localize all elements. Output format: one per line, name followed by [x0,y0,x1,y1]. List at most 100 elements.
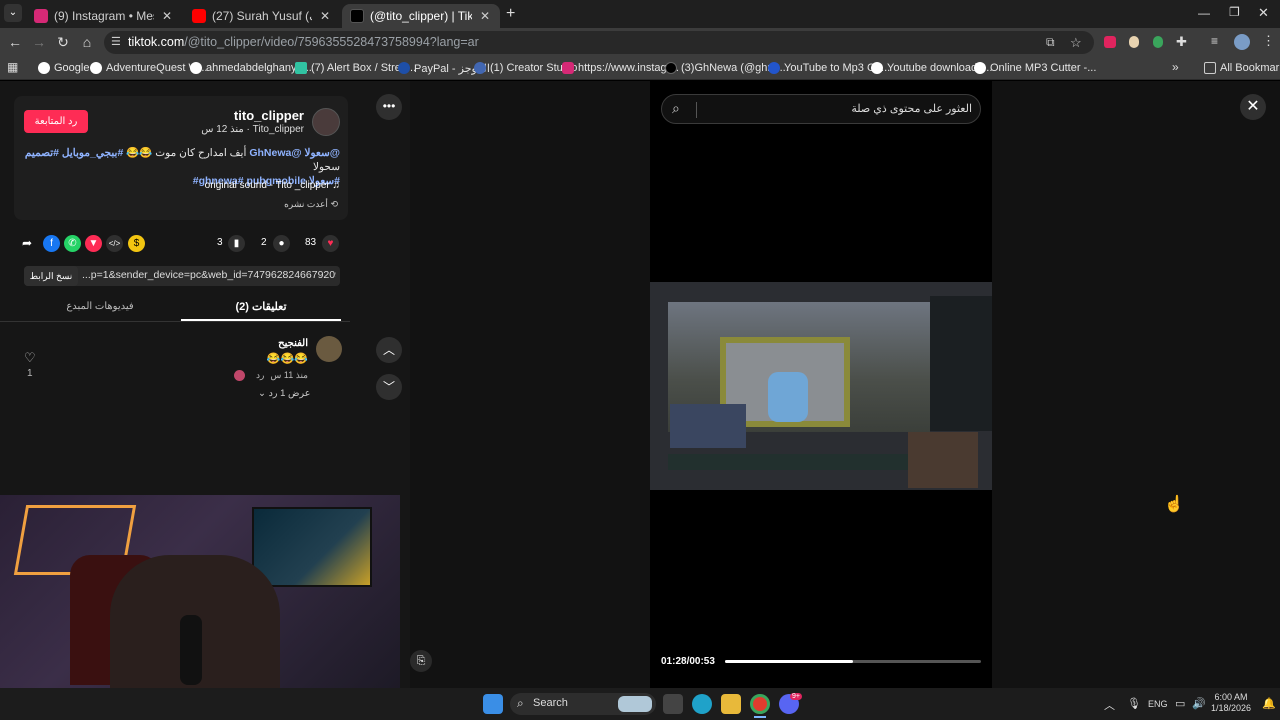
search-divider [696,102,697,118]
comment-author[interactable]: الفنجيح [180,338,308,349]
active-tab-indicator [181,319,341,321]
youtube-icon [192,9,206,23]
reload-button[interactable]: ↻ [55,34,71,50]
bookmark-item[interactable]: ahmedabdelghany /... [190,59,312,77]
repost-share-icon[interactable]: ▼ [85,235,102,252]
taskbar-search[interactable]: ⌕ Search [510,693,656,715]
network-icon[interactable]: ▭ [1175,697,1185,710]
microphone-icon[interactable]: 🎙 [1127,697,1141,710]
post-username[interactable]: tito_clipper [200,108,304,123]
follow-back-button[interactable]: رد المتابعة [24,110,88,133]
comment-icon[interactable]: ● [273,235,290,252]
avatar[interactable] [1234,34,1250,50]
discord-badge: 9+ [790,693,802,700]
tab-tiktok[interactable]: (@tito_clipper) | TikTok ✕ [342,4,500,28]
close-icon[interactable]: ✕ [1240,94,1266,120]
tab-comments[interactable]: تعليقات (2) [181,300,341,313]
embed-icon[interactable]: </> [106,235,123,252]
copy-link-button[interactable]: نسخ الرابط [24,266,78,286]
caption-mentions[interactable]: @سعولا @GhNewa [249,147,340,159]
site-info-icon[interactable]: ☰ [111,31,121,54]
tab-strip: ⌄ (9) Instagram • Messages ✕ (27) Surah … [0,0,1280,28]
coin-icon[interactable]: $ [128,235,145,252]
tab-creator-videos[interactable]: فيديوهات المبدع [40,301,160,312]
view-replies-button[interactable]: ⌄ عرض 1 رد [258,388,310,399]
url-path: /@tito_clipper/video/7596355528473758994… [184,35,479,49]
close-window-button[interactable]: ✕ [1258,5,1269,21]
playback-time: 01:28/00:53 [661,656,715,667]
extension-icon[interactable] [1104,36,1116,48]
restore-button[interactable]: ❐ [1229,5,1240,19]
search-icon: ⌕ [517,696,524,710]
close-icon[interactable]: ✕ [478,9,492,23]
facebook-icon[interactable]: f [43,235,60,252]
tab-youtube[interactable]: (27) Surah Yusuf (سورة يوسف) ✕ [184,4,340,28]
sound-link[interactable]: ♫ original sound - Tito _clipper [100,180,340,191]
address-bar[interactable]: ☰ tiktok.com/@tito_clipper/video/7596355… [104,31,1094,54]
bookmark-item[interactable]: https://www.instagr... [562,59,679,77]
install-icon[interactable]: ⧉ [1046,31,1055,54]
chevron-up-icon[interactable]: ︿ [1104,697,1115,713]
home-button[interactable]: ⌂ [79,34,95,50]
apps-grid-icon[interactable]: ▦ [7,60,18,74]
input-language[interactable]: ENG [1148,699,1168,709]
close-icon[interactable]: ✕ [318,9,332,23]
extensions-puzzle-icon[interactable]: ✚ [1176,34,1187,50]
chrome-active-indicator [754,716,766,718]
chevron-down-icon: ⌄ [258,388,266,399]
tab-list-button[interactable]: ⌄ [4,4,22,22]
bookmark-star-icon[interactable]: ☆ [1070,31,1082,54]
tab-instagram[interactable]: (9) Instagram • Messages ✕ [26,4,182,28]
post-display-name: Tito_clipper [252,124,304,135]
wall-painting [252,507,372,587]
sound-title: original sound - Tito _clipper [204,180,330,191]
new-tab-button[interactable]: + [506,5,515,23]
save-count: 3 [217,237,223,248]
clock[interactable]: 6:00 AM 1/18/2026 [1210,692,1252,714]
globe-icon [974,62,986,74]
caption-text: أيف امدارح كان موت 😂😂 [123,147,250,159]
bookmark-icon[interactable]: ▮ [228,235,245,252]
bookmark-item[interactable]: Google [38,59,89,77]
notifications-icon[interactable]: 🔔 [1262,697,1276,710]
more-bookmarks-icon[interactable]: » [1172,60,1179,74]
liked-by-creator-icon [234,370,245,381]
caption-hashtags[interactable]: #ببجي_موبايل #تصميم [25,147,123,159]
edge-icon[interactable] [692,694,712,714]
music-note-icon: ♫ [332,180,341,191]
bookmark-label: https://www.instagr... [578,62,679,74]
download-icon [768,62,780,74]
progress-fill [725,660,853,663]
next-video-button[interactable]: ﹀ [376,374,402,400]
extension-icon[interactable] [1129,36,1139,48]
share-arrow-icon[interactable]: ➦ [22,236,32,250]
forward-button[interactable]: → [31,34,47,50]
previous-video-button[interactable]: ︿ [376,337,402,363]
back-button[interactable]: ← [7,34,23,50]
menu-icon[interactable]: ⋮ [1262,33,1275,49]
chrome-icon[interactable] [750,694,770,714]
progress-track[interactable] [725,660,981,663]
close-icon[interactable]: ✕ [160,9,174,23]
volume-icon[interactable]: 🔊 [1192,697,1206,710]
whatsapp-icon[interactable]: ✆ [64,235,81,252]
extension-icon[interactable] [1153,36,1163,48]
view-replies-label: عرض 1 رد [268,388,311,399]
heart-icon[interactable]: ♥ [322,235,339,252]
clipboard-icon[interactable]: ⎘ [410,650,432,672]
share-link-text[interactable]: ...p=1&sender_device=pc&web_id=747962824… [82,269,336,281]
mouse-cursor: ☝ [1164,496,1184,513]
reply-button[interactable]: رد [256,370,264,381]
media-controls-icon[interactable]: ≡ [1211,34,1218,48]
comment-like-icon[interactable]: ♡ [24,350,36,366]
more-options-button[interactable]: ••• [376,94,402,120]
start-button[interactable] [483,694,503,714]
bookmark-item[interactable]: Online MP3 Cutter -... [974,59,1096,77]
task-view-icon[interactable] [663,694,683,714]
avatar[interactable] [312,108,340,136]
all-bookmarks-button[interactable]: All Bookmarks [1204,59,1280,77]
avatar[interactable] [316,336,342,362]
minimize-button[interactable]: — [1198,6,1210,20]
search-input[interactable]: ⌕ العثور على محتوى ذي صلة [661,94,981,124]
file-explorer-icon[interactable] [721,694,741,714]
